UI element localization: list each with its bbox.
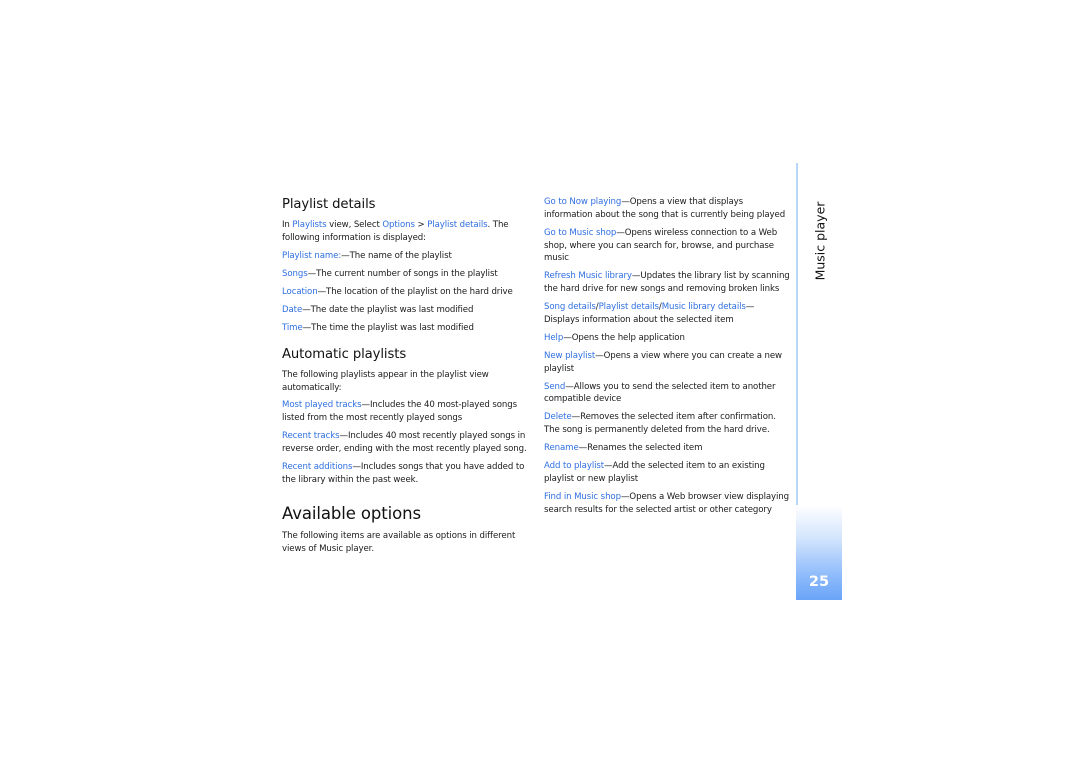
- list-item: Time—The time the playlist was last modi…: [282, 322, 530, 335]
- list-item: Add to playlist—Add the selected item to…: [544, 460, 792, 486]
- item-desc: —The time the playlist was last modified: [302, 322, 474, 333]
- list-item: Location—The location of the playlist on…: [282, 286, 530, 299]
- item-term: Rename: [544, 443, 579, 454]
- automatic-playlists-intro: The following playlists appear in the pl…: [282, 369, 489, 393]
- item-term: Go to Now playing: [544, 197, 622, 207]
- item-term: Time: [282, 322, 303, 333]
- item-term: Location: [282, 286, 318, 297]
- list-item: Recent tracks—Includes 40 most recently …: [282, 430, 530, 456]
- list-item: Help—Opens the help application: [544, 332, 792, 345]
- right-column: Go to Now playing—Opens a view that disp…: [544, 196, 792, 522]
- available-options-intro: The following items are available as opt…: [282, 530, 516, 554]
- item-term: Recent additions: [282, 462, 353, 473]
- list-item: Refresh Music library—Updates the librar…: [544, 270, 792, 296]
- item-term: Music library details: [661, 302, 746, 313]
- item-term: Songs: [282, 268, 308, 279]
- item-term: Go to Music shop: [544, 227, 617, 238]
- automatic-playlists-heading: Automatic playlists: [282, 346, 407, 362]
- item-desc: —Allows you to send the selected item to…: [544, 381, 776, 405]
- item-term: Delete: [544, 412, 572, 423]
- item-desc: —The date the playlist was last modified: [302, 304, 474, 315]
- item-term: Playlist name:: [282, 250, 342, 261]
- playlist-details-heading: Playlist details: [282, 197, 376, 212]
- item-desc: —Renames the selected item: [578, 443, 703, 454]
- list-item: Send—Allows you to send the selected ite…: [544, 381, 792, 407]
- list-item: Find in Music shop—Opens a Web browser v…: [544, 491, 792, 517]
- item-term: Help: [544, 332, 564, 343]
- item-term: Most played tracks: [282, 400, 362, 411]
- playlist-details-link: Playlist details: [427, 220, 488, 230]
- item-term: Add to playlist: [544, 461, 605, 472]
- list-item: Song details/Playlist details/Music libr…: [544, 301, 792, 327]
- list-item: Delete—Removes the selected item after c…: [544, 411, 792, 437]
- intro-text: >: [414, 220, 428, 230]
- item-term: Date: [282, 304, 303, 315]
- item-desc: —Removes the selected item after confirm…: [544, 412, 776, 436]
- item-term: Song details: [544, 302, 596, 313]
- section-tab-divider: [796, 163, 798, 505]
- item-term: New playlist: [544, 350, 596, 361]
- list-item: Most played tracks—Includes the 40 most-…: [282, 399, 530, 425]
- list-item: Songs—The current number of songs in the…: [282, 268, 530, 281]
- intro-text: view, Select: [326, 220, 383, 230]
- section-tab: Music player: [806, 198, 834, 284]
- item-desc: —Opens the help application: [563, 332, 685, 343]
- list-item: New playlist—Opens a view where you can …: [544, 350, 792, 376]
- available-options-heading: Available options: [282, 503, 422, 523]
- list-item: Go to Music shop—Opens wireless connecti…: [544, 227, 792, 265]
- list-item: Rename—Renames the selected item: [544, 442, 792, 455]
- page-number: 25: [808, 574, 830, 590]
- item-term: Send: [544, 381, 566, 392]
- section-label: Music player: [812, 201, 828, 281]
- list-item: Go to Now playing—Opens a view that disp…: [544, 196, 792, 222]
- playlist-details-intro: In Playlists view, Select Options > Play…: [282, 219, 530, 245]
- intro-text: In: [282, 220, 293, 230]
- item-term: Playlist details: [598, 302, 659, 313]
- options-link: Options: [382, 220, 415, 230]
- item-desc: —The current number of songs in the play…: [307, 268, 498, 279]
- list-item: Date—The date the playlist was last modi…: [282, 304, 530, 317]
- page-number-box: 25: [796, 505, 842, 600]
- item-desc: —The location of the playlist on the har…: [317, 286, 513, 297]
- item-term: Refresh Music library: [544, 271, 632, 282]
- item-term: Find in Music shop: [544, 492, 621, 503]
- list-item: Recent additions—Includes songs that you…: [282, 461, 530, 487]
- item-desc: —The name of the playlist: [341, 250, 452, 261]
- list-item: Playlist name:—The name of the playlist: [282, 250, 530, 263]
- item-term: Recent tracks: [282, 431, 340, 442]
- left-column: Playlist details In Playlists view, Sele…: [282, 196, 530, 561]
- playlists-link: Playlists: [292, 220, 327, 230]
